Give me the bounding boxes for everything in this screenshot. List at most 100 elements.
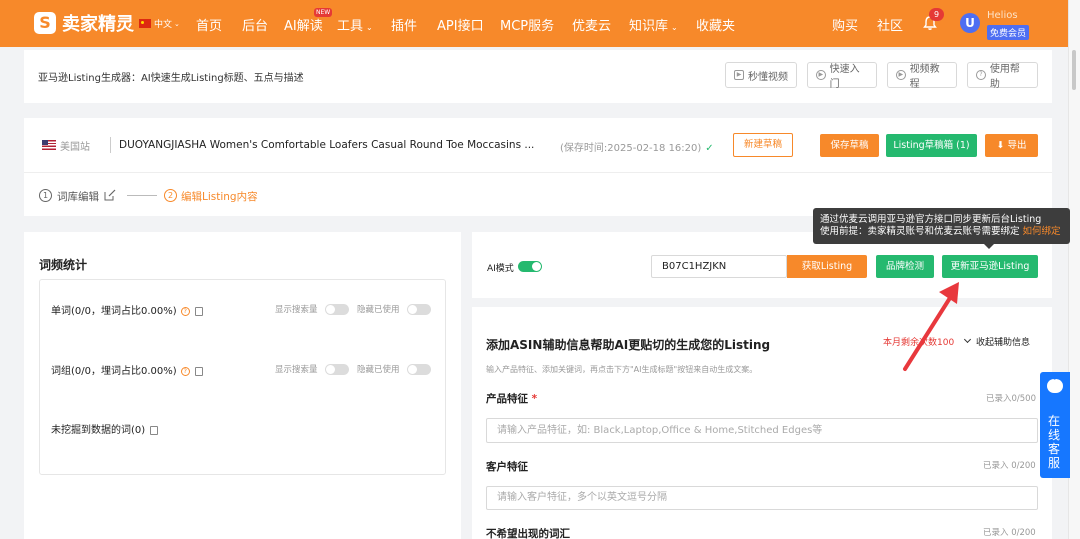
- phrase-stats: 词组(0/0，埋词占比0.00%)?: [51, 362, 203, 377]
- nav-tools-label: 工具: [337, 19, 364, 34]
- collapse-info-label: 收起辅助信息: [976, 338, 1031, 348]
- update-amazon-listing-button[interactable]: 更新亚马逊Listing: [942, 255, 1038, 278]
- copy-icon[interactable]: [194, 366, 203, 376]
- nav-favorites[interactable]: 收藏夹: [696, 15, 735, 34]
- collapse-info-button[interactable]: 收起辅助信息: [963, 335, 1031, 348]
- logo-text: 卖家精灵: [62, 14, 134, 35]
- form-hint: 输入产品特征、添加关键词，再点击下方"AI生成标题"按钮来自动生成文案。: [486, 365, 758, 374]
- show-volume-label: 显示搜索量: [275, 305, 318, 315]
- nav-buy[interactable]: 购买: [832, 15, 858, 34]
- required-mark: *: [531, 393, 538, 405]
- export-label: 导出: [1007, 140, 1027, 151]
- logo[interactable]: S 卖家精灵: [34, 10, 134, 36]
- product-feature-input[interactable]: 请输入产品特征，如: Black,Laptop,Office & Home,St…: [486, 418, 1038, 443]
- copy-icon[interactable]: [150, 425, 159, 435]
- language-switcher[interactable]: 中文 ⌄: [139, 17, 180, 30]
- nav-community[interactable]: 社区: [877, 15, 903, 34]
- step-connector: [127, 195, 157, 196]
- play-circle-icon: ▶: [896, 70, 906, 80]
- product-feature-placeholder: 请输入产品特征，如: Black,Laptop,Office & Home,St…: [497, 425, 823, 436]
- nav-plugin[interactable]: 插件: [391, 15, 417, 34]
- us-flag-icon: [42, 140, 56, 150]
- video-icon: ▶: [734, 70, 744, 80]
- tooltip-line-2: 使用前提：卖家精灵账号和优麦云账号需要绑定 如何绑定: [820, 226, 1063, 238]
- nav-knowledge[interactable]: 知识库 ⌄: [629, 15, 678, 34]
- quick-start-label: 快速入门: [829, 64, 860, 90]
- china-flag-icon: [139, 19, 151, 28]
- red-arrow-annotation: [903, 282, 959, 371]
- step-2-label[interactable]: 编辑Listing内容: [181, 189, 258, 204]
- listing-card: [24, 118, 1052, 216]
- export-button[interactable]: ⬇ 导出: [985, 134, 1038, 157]
- word-stats-text: 单词(0/0，埋词占比0.00%): [51, 306, 177, 317]
- language-label: 中文: [154, 20, 173, 30]
- product-feature-count: 已录入0/500: [986, 394, 1036, 404]
- page-title: 亚马逊Listing生成器：AI快速生成Listing标题、五点与描述: [38, 73, 304, 84]
- help-button[interactable]: ? 使用帮助: [967, 62, 1038, 90]
- user-name[interactable]: Helios: [987, 10, 1018, 21]
- hide-used-label: 隐藏已使用: [357, 305, 400, 315]
- nav-youmaiyun[interactable]: 优麦云: [572, 15, 611, 34]
- quick-start-button[interactable]: ▶ 快速入门: [807, 62, 877, 90]
- nav-knowledge-label: 知识库: [629, 19, 669, 34]
- asin-input[interactable]: B07C1HZJKN: [651, 255, 787, 278]
- nav-ai-interpret[interactable]: AI解读: [284, 15, 323, 34]
- step-1-label[interactable]: 词库编辑: [57, 189, 99, 204]
- nav-api[interactable]: API接口: [437, 15, 484, 34]
- online-service-tab[interactable]: 在线客服: [1040, 372, 1070, 478]
- show-volume-toggle[interactable]: [325, 304, 349, 315]
- video-tutorial-button[interactable]: ▶ 视频教程: [887, 62, 957, 90]
- product-feature-label: 产品特征 *: [486, 391, 537, 406]
- video-tutorial-label: 视频教程: [909, 64, 940, 90]
- marketplace-site: 美国站: [60, 142, 90, 153]
- how-to-bind-link[interactable]: 如何绑定: [1023, 226, 1061, 237]
- tooltip-line-1: 通过优麦云调用亚马逊官方接口同步更新后台Listing: [820, 214, 1042, 225]
- unwanted-words-count: 已录入 0/200: [983, 528, 1036, 538]
- show-volume-label: 显示搜索量: [275, 365, 318, 375]
- tooltip-arrow: [984, 244, 994, 249]
- nav-tools[interactable]: 工具 ⌄: [337, 15, 373, 34]
- unmined-words-text: 未挖掘到数据的词(0): [51, 425, 146, 436]
- edit-icon[interactable]: [104, 189, 116, 201]
- word-frequency-title: 词频统计: [39, 258, 88, 272]
- avatar[interactable]: U: [960, 13, 980, 33]
- online-service-label: 在线客服: [1048, 414, 1061, 470]
- copy-icon[interactable]: [194, 306, 203, 316]
- notification-count-badge: 9: [929, 8, 944, 21]
- divider: [24, 172, 1052, 173]
- customer-feature-placeholder: 请输入客户特征，多个以英文逗号分隔: [497, 492, 667, 503]
- show-volume-toggle[interactable]: [325, 364, 349, 375]
- product-feature-label-text: 产品特征: [486, 393, 528, 405]
- download-icon: ⬇: [996, 140, 1005, 151]
- help-circle-icon: ?: [976, 70, 986, 80]
- customer-feature-count: 已录入 0/200: [983, 461, 1036, 471]
- form-title: 添加ASIN辅助信息帮助AI更贴切的生成您的Listing: [486, 338, 771, 352]
- nav-backend[interactable]: 后台: [242, 15, 268, 34]
- ai-mode-label: AI模式: [487, 264, 514, 274]
- help-icon[interactable]: ?: [180, 366, 190, 376]
- save-draft-button[interactable]: 保存草稿: [820, 134, 879, 157]
- get-listing-button[interactable]: 获取Listing: [787, 255, 867, 278]
- unwanted-words-label: 不希望出现的词汇: [486, 528, 570, 539]
- customer-feature-input[interactable]: 请输入客户特征，多个以英文逗号分隔: [486, 486, 1038, 510]
- hide-used-toggle[interactable]: [407, 364, 431, 375]
- listing-drafts-button[interactable]: Listing草稿箱 (1): [886, 134, 977, 157]
- unmined-words: 未挖掘到数据的词(0): [51, 421, 159, 436]
- quick-video-label: 秒懂视频: [748, 71, 788, 83]
- help-icon[interactable]: ?: [180, 306, 190, 316]
- nav-home[interactable]: 首页: [196, 15, 222, 34]
- scrollbar-thumb[interactable]: [1072, 50, 1076, 90]
- saved-time-text: (保存时间:2025-02-18 16:20): [560, 143, 702, 154]
- nav-mcp[interactable]: MCP服务: [500, 15, 554, 34]
- chevron-down-icon: [963, 335, 972, 344]
- play-circle-icon: ▶: [816, 70, 826, 80]
- quick-video-button[interactable]: ▶ 秒懂视频: [725, 62, 797, 88]
- ai-mode-toggle[interactable]: [518, 261, 542, 272]
- brand-check-button[interactable]: 品牌检测: [876, 255, 934, 278]
- step-2-number: 2: [164, 189, 177, 202]
- word-stats: 单词(0/0，埋词占比0.00%)?: [51, 302, 203, 317]
- new-draft-button[interactable]: 新建草稿: [733, 133, 793, 157]
- chat-icon: [1047, 374, 1063, 393]
- update-listing-tooltip: 通过优麦云调用亚马逊官方接口同步更新后台Listing 使用前提：卖家精灵账号和…: [813, 208, 1070, 244]
- hide-used-toggle[interactable]: [407, 304, 431, 315]
